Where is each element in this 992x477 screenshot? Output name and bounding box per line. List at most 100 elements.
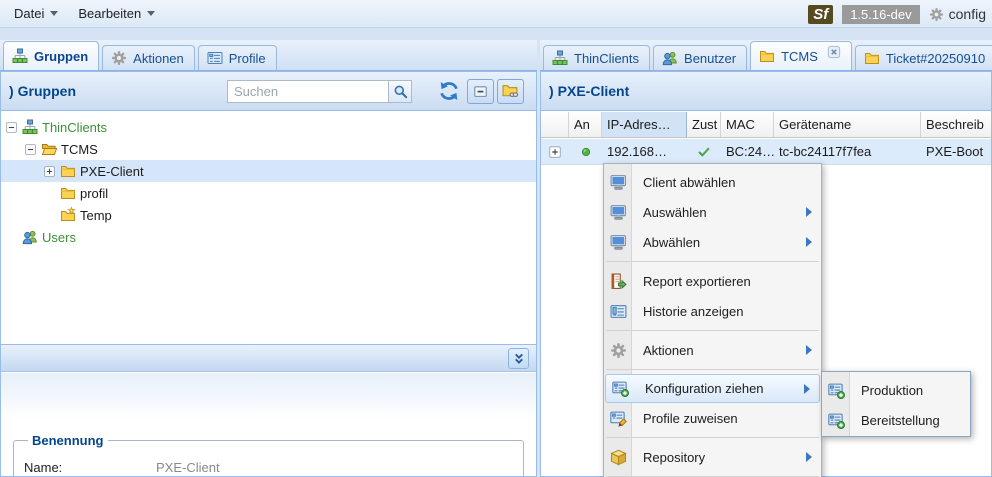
menu-item-label: Report exportieren	[643, 274, 751, 289]
list-plus-icon	[828, 382, 845, 399]
folder-icon	[60, 185, 76, 201]
cell-device-name: tc-bc24117f7fea	[774, 139, 921, 164]
collapse-panel-button[interactable]	[508, 348, 529, 369]
search-icon	[393, 84, 408, 99]
context-menu: Client abwählen AuswählenAbwählen Report e…	[603, 163, 822, 477]
list-plus-icon	[612, 380, 629, 397]
tab-benutzer[interactable]: Benutzer	[653, 45, 747, 70]
menu-item-konfiguration-ziehen[interactable]: Konfiguration ziehen	[605, 374, 820, 403]
menu-item-auswahlen[interactable]: Auswählen	[604, 197, 821, 227]
folder-permissions-button[interactable]	[497, 79, 524, 104]
fieldset-title: Benennung	[28, 433, 108, 448]
tree-item-pxe-client[interactable]: PXE-Client	[1, 160, 536, 182]
sf-logo: Sf	[808, 5, 833, 24]
tree-item-label: Temp	[80, 208, 112, 223]
tab-label: Aktionen	[133, 51, 184, 66]
menu-item-report-exportieren[interactable]: Report exportieren	[604, 266, 821, 296]
menu-item-client-abwahlen[interactable]: Client abwählen	[604, 167, 821, 197]
menu-item-historie-anzeigen[interactable]: Historie anzeigen	[604, 296, 821, 326]
column-header-zust[interactable]: Zust	[687, 112, 721, 137]
cell-state	[687, 139, 721, 164]
column-header-expander[interactable]	[541, 112, 569, 137]
column-header-mac[interactable]: MAC	[721, 112, 774, 137]
table-row[interactable]: 192.168…BC:24…tc-bc24117f7feaPXE-Boot	[541, 139, 991, 165]
search-button[interactable]	[388, 80, 412, 103]
refresh-button[interactable]	[438, 80, 460, 102]
groups-panel: )Gruppen ThinClientsTCMSPXE-Client profil…	[0, 71, 537, 477]
menu-separator	[604, 365, 821, 374]
collapse-minus-icon[interactable]	[5, 121, 19, 134]
list-plus-icon	[828, 412, 845, 429]
groups-panel-header: )Gruppen	[1, 72, 536, 111]
tab-ticket-20250910[interactable]: Ticket#20250910	[855, 45, 992, 70]
header-title-text: Gruppen	[18, 83, 76, 99]
details-panel-header	[1, 344, 536, 372]
menu-item-label: Aktionen	[643, 343, 694, 358]
tree-indent	[43, 209, 57, 222]
search-input[interactable]	[227, 80, 388, 103]
tree-item-label: Users	[42, 230, 76, 245]
clients-panel-header: )PXE-Client	[541, 72, 991, 111]
menu-datei[interactable]: Datei	[4, 3, 68, 24]
collapse-all-button[interactable]	[467, 79, 494, 104]
menu-item-abwahlen[interactable]: Abwählen	[604, 227, 821, 257]
submenu-item-bereitstellung[interactable]: Bereitstellung	[822, 405, 970, 435]
tab-tcms[interactable]: TCMS	[750, 41, 852, 70]
tree-item-thinclients[interactable]: ThinClients	[1, 116, 536, 138]
menu-item-aktionen[interactable]: Aktionen	[604, 335, 821, 365]
menu-item-repository[interactable]: Repository	[604, 442, 821, 472]
submenu-arrow-icon	[806, 452, 812, 462]
report-export-icon	[610, 273, 627, 290]
tab-gruppen[interactable]: Gruppen	[3, 41, 99, 70]
name-label: Name:	[24, 460, 156, 475]
tree-item-label: profil	[80, 186, 108, 201]
cell-ip: 192.168…	[602, 139, 687, 164]
folder-link-icon	[502, 83, 519, 100]
submenu-item-produktion[interactable]: Produktion	[822, 375, 970, 405]
column-header-beschreib[interactable]: Beschreib	[921, 112, 992, 137]
gear-icon	[929, 7, 944, 22]
chevron-double-down-icon	[512, 352, 526, 366]
right-tabstrip: ThinClientsBenutzerTCMS Ticket#20250910	[540, 40, 992, 71]
folder-icon	[759, 48, 775, 64]
tab-label: Ticket#20250910	[886, 51, 985, 66]
menu-bearbeiten-label: Bearbeiten	[78, 6, 141, 21]
tree-item-tcms[interactable]: TCMS	[1, 138, 536, 160]
tree-item-profil[interactable]: profil	[1, 182, 536, 204]
group-tree: ThinClientsTCMSPXE-Client profil Temp Users	[1, 112, 536, 344]
menu-item-profile-zuweisen[interactable]: Profile zuweisen	[604, 403, 821, 433]
column-header-an[interactable]: An	[569, 112, 602, 137]
submenu-arrow-icon	[804, 384, 810, 394]
expand-plus-icon[interactable]	[43, 165, 57, 178]
menubar: Datei Bearbeiten Sf 1.5.16-dev config	[0, 0, 992, 28]
menu-item-label: Client abwählen	[643, 175, 736, 190]
column-header-ip-adres[interactable]: IP-Adres…	[602, 112, 687, 137]
tab-profile[interactable]: Profile	[198, 45, 277, 70]
cell-expander	[541, 139, 569, 164]
gear-icon	[111, 50, 127, 66]
row-expand-plus-icon[interactable]	[548, 145, 562, 159]
submenu-arrow-icon	[806, 237, 812, 247]
menu-separator	[604, 433, 821, 442]
tab-close-icon[interactable]	[827, 45, 841, 59]
menu-bearbeiten[interactable]: Bearbeiten	[68, 3, 165, 24]
header-prefix: )	[549, 83, 554, 99]
state-ok-check-icon	[697, 145, 711, 159]
menu-item-label: Konfiguration ziehen	[645, 381, 764, 396]
collapse-minus-icon[interactable]	[24, 143, 38, 156]
config-button[interactable]: config	[929, 6, 986, 22]
tab-aktionen[interactable]: Aktionen	[102, 45, 195, 70]
tree-item-users[interactable]: Users	[1, 226, 536, 248]
naming-fieldset: Benennung Name: PXE-Client	[13, 433, 524, 477]
status-on-icon	[580, 146, 592, 158]
column-header-geratename[interactable]: Gerätename	[774, 112, 921, 137]
cell-status	[569, 139, 602, 164]
left-tabstrip: Gruppen Aktionen Profile	[0, 40, 537, 71]
folder-icon	[60, 163, 76, 179]
clients-panel-title: )PXE-Client	[549, 72, 629, 110]
tab-thinclients[interactable]: ThinClients	[543, 45, 650, 70]
gear-icon	[610, 342, 627, 359]
collapse-all-icon	[472, 83, 489, 100]
tree-item-temp[interactable]: Temp	[1, 204, 536, 226]
menu-item-label: Historie anzeigen	[643, 304, 743, 319]
